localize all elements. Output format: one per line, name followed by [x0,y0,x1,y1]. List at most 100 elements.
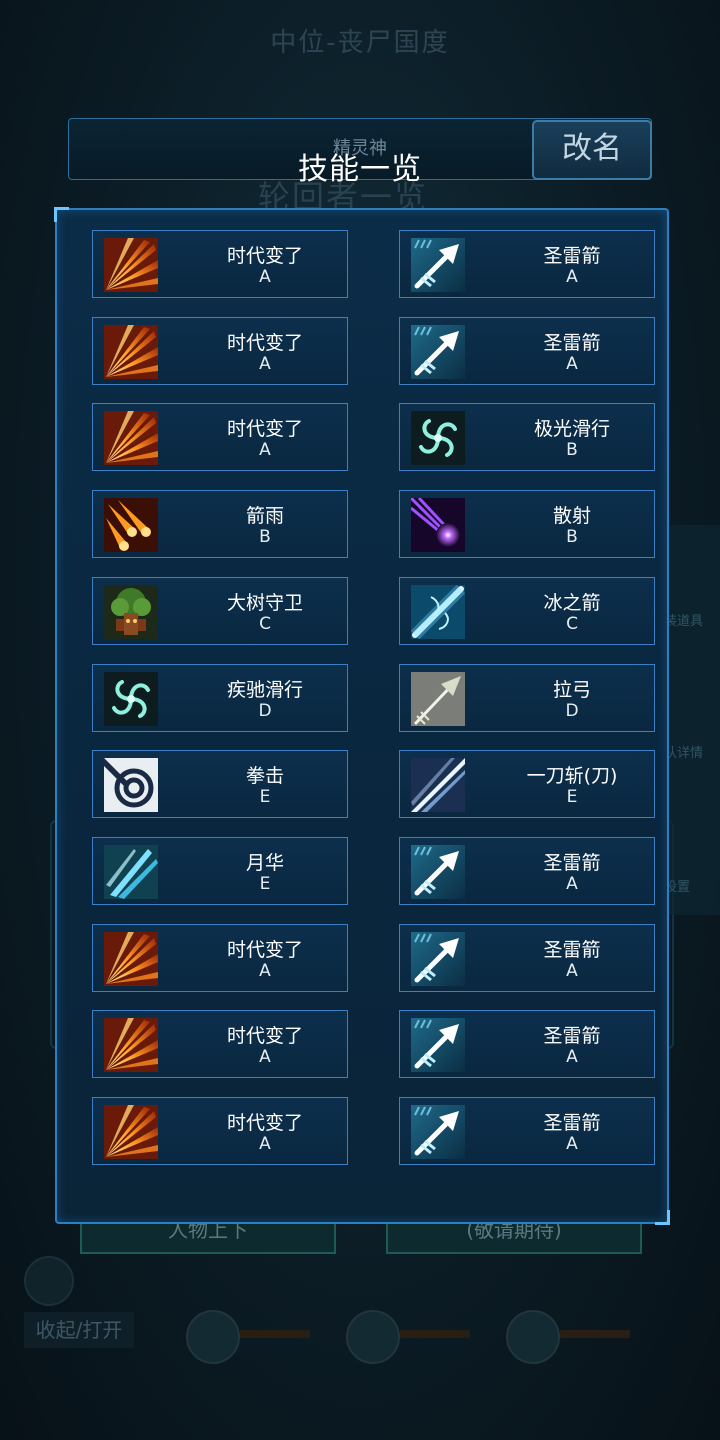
skill-name: 极光滑行 [533,418,610,440]
skill-grade: A [566,267,578,287]
background-bar [560,1330,630,1338]
moon-blade-icon [104,845,158,899]
background-avatar [186,1310,240,1364]
bow-draw-icon [411,672,465,726]
skill-card[interactable]: 时代变了 A [92,230,348,298]
skill-name: 箭雨 [245,505,284,527]
skill-grade: A [566,961,578,981]
collapse-toggle-button: 收起/打开 [24,1312,134,1348]
skill-grade: B [566,527,578,547]
skill-name: 时代变了 [226,245,303,267]
skill-name: 圣雷箭 [543,939,601,961]
skill-grade: D [565,701,579,721]
skill-name: 大树守卫 [226,592,303,614]
skill-name: 散射 [552,505,591,527]
skill-name: 圣雷箭 [543,852,601,874]
slash-icon [104,1018,158,1072]
thunder-arrow-icon [411,1018,465,1072]
skill-card[interactable]: 冰之箭 C [399,577,655,645]
skill-name: 一刀斩(刀) [526,765,618,787]
skill-grade: C [259,614,271,634]
skill-name: 冰之箭 [543,592,601,614]
background-bar [400,1330,470,1338]
thunder-arrow-icon [411,238,465,292]
skill-card[interactable]: 圣雷箭 A [399,1010,655,1078]
skill-grade: A [566,1047,578,1067]
punch-icon [104,758,158,812]
skill-grade: A [259,1134,271,1154]
skill-name: 圣雷箭 [543,1112,601,1134]
skill-name: 时代变了 [226,939,303,961]
skill-grade: E [259,787,271,807]
skill-grade: A [259,267,271,287]
skill-name: 疾驰滑行 [226,679,303,701]
skill-card[interactable]: 圣雷箭 A [399,317,655,385]
skill-grade: A [259,1047,271,1067]
slash-icon [104,238,158,292]
skill-grade: B [566,440,578,460]
arrow-rain-icon [104,498,158,552]
skill-grade: A [259,354,271,374]
skill-card[interactable]: 极光滑行 B [399,403,655,471]
background-bar [240,1330,310,1338]
skill-name: 拉弓 [552,679,591,701]
slash-icon [104,411,158,465]
skill-card[interactable]: 一刀斩(刀) E [399,750,655,818]
skill-card[interactable]: 时代变了 A [92,1010,348,1078]
skill-grade: E [259,874,271,894]
skill-grade: A [566,874,578,894]
skill-name: 时代变了 [226,418,303,440]
skill-card[interactable]: 时代变了 A [92,924,348,992]
skill-name: 月华 [245,852,284,874]
thunder-arrow-icon [411,1105,465,1159]
skill-card[interactable]: 大树守卫 C [92,577,348,645]
swirl-icon [104,672,158,726]
skill-card[interactable]: 疾驰滑行 D [92,664,348,732]
skill-card[interactable]: 时代变了 A [92,1097,348,1165]
skill-grade: D [258,701,272,721]
skill-card[interactable]: 圣雷箭 A [399,1097,655,1165]
skill-card[interactable]: 时代变了 A [92,317,348,385]
scatter-icon [411,498,465,552]
skill-name: 圣雷箭 [543,332,601,354]
thunder-arrow-icon [411,932,465,986]
background-avatar [346,1310,400,1364]
skill-card[interactable]: 拉弓 D [399,664,655,732]
skill-grade: A [566,1134,578,1154]
skill-card[interactable]: 圣雷箭 A [399,924,655,992]
skill-card[interactable]: 月华 E [92,837,348,905]
slash-icon [104,932,158,986]
skill-name: 拳击 [245,765,284,787]
skill-card[interactable]: 圣雷箭 A [399,837,655,905]
skill-name: 时代变了 [226,1112,303,1134]
skill-grade: B [259,527,271,547]
modal-title: 技能一览 [298,152,422,187]
skill-grade: A [259,440,271,460]
skill-card[interactable]: 散射 B [399,490,655,558]
background-title: 中位-丧尸国度 [270,28,450,58]
slash-icon [104,1105,158,1159]
side-menu-item-items: 装道具 [664,614,704,629]
skill-card[interactable]: 箭雨 B [92,490,348,558]
thunder-arrow-icon [411,325,465,379]
skill-grade: C [566,614,578,634]
blade-slash-icon [411,758,465,812]
skill-grade: E [566,787,578,807]
skill-name: 时代变了 [226,1025,303,1047]
skill-grade: A [566,354,578,374]
side-menu-item-team: 队详情 [664,746,704,761]
slash-icon [104,325,158,379]
thunder-arrow-icon [411,845,465,899]
swirl-icon [411,411,465,465]
background-avatar-main [24,1256,74,1306]
skill-name: 圣雷箭 [543,1025,601,1047]
skill-card[interactable]: 拳击 E [92,750,348,818]
skill-card[interactable]: 圣雷箭 A [399,230,655,298]
background-side-menu [660,525,720,915]
tree-guard-icon [104,585,158,639]
background-avatar [506,1310,560,1364]
skill-card[interactable]: 时代变了 A [92,403,348,471]
skill-name: 时代变了 [226,332,303,354]
ice-arrow-icon [411,585,465,639]
skill-name: 圣雷箭 [543,245,601,267]
